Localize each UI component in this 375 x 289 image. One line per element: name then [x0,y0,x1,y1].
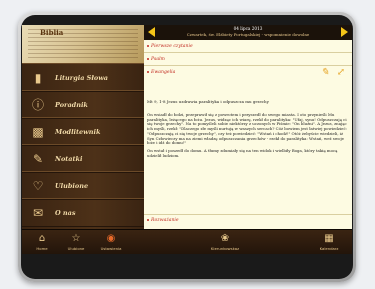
prayer-book-icon: ▩ [32,124,44,139]
sidebar-item-liturgia[interactable]: ▮ Liturgia Słowa [22,63,144,92]
heart-icon: ♡ [32,178,44,193]
notes-icon: ✎ [32,151,44,166]
tab-home[interactable]: ⌂ Home [30,230,54,254]
section-reflection[interactable]: Rozważanie [144,214,352,226]
section-first-reading[interactable]: Pierwsze czytanie [144,41,352,53]
sidebar-item-notatki[interactable]: ✎ Notatki [22,144,144,173]
section-gospel[interactable]: Ewangelia ✎ ⤢ [144,67,352,78]
tab-kalendarz[interactable]: ▦ Kalendarz [314,230,344,254]
sidebar-item-label: Liturgia Słowa [55,73,109,82]
edit-note-icon[interactable]: ✎ [320,68,330,78]
sidebar: Biblia ▮ Liturgia Słowa ⓘ Poradnik ▩ Mod… [22,25,144,229]
section-label: Psalm [151,57,165,62]
tab-label: Ulubione [67,246,85,251]
tab-label: Kalendarz [319,246,339,251]
book-title: Biblia [40,28,64,37]
tab-label: Home [36,246,48,251]
sidebar-item-o-nas[interactable]: ✉ O nas [22,198,144,227]
gospel-reference: Mt 9, 1-8 Jezus uzdrawia paralityka i od… [147,99,269,104]
section-label: Pierwsze czytanie [151,44,193,49]
sidebar-item-ulubione[interactable]: ♡ Ulubione [22,171,144,200]
info-icon: ⓘ [31,97,44,112]
tab-bar: ⌂ Home ☆ Ulubione ◉ Ustawienia ❀ Kierunk… [22,229,352,254]
calendar-icon: ▦ [324,233,334,244]
sidebar-item-label: Modlitewnik [55,127,101,136]
reading-panel: 04 lipca 2013 Czwartek, św. Elżbiety Por… [144,25,352,229]
book-icon: ▮ [34,70,42,85]
section-label: Ewangelia [151,70,176,75]
tab-kierunkowskaz[interactable]: ❀ Kierunkowskaz [207,230,243,254]
gospel-text: On wsiadł do łodzi, przeprawił się z pow… [147,112,348,161]
tab-label: Ustawienia [100,246,122,251]
gospel-paragraph: On wsiadł do łodzi, przeprawił się z pow… [147,112,347,146]
tab-label: Kierunkowskaz [210,246,240,251]
sidebar-item-label: O nas [55,208,76,217]
settings-icon: ◉ [106,233,116,244]
sidebar-item-label: Ulubione [55,181,89,190]
app-screen: Biblia ▮ Liturgia Słowa ⓘ Poradnik ▩ Mod… [22,25,352,254]
tab-ustawienia[interactable]: ◉ Ustawienia [96,230,126,254]
header-date: 04 lipca 2013 [233,26,263,31]
tab-ulubione[interactable]: ☆ Ulubione [62,230,90,254]
fullscreen-icon[interactable]: ⤢ [336,68,346,78]
sidebar-item-label: Poradnik [55,100,88,109]
bullet-icon [147,71,149,73]
sidebar-item-modlitewnik[interactable]: ▩ Modlitewnik [22,117,144,146]
gospel-tools: ✎ ⤢ [320,65,348,78]
star-icon: ☆ [71,233,81,244]
home-icon: ⌂ [38,233,46,244]
header-saint: Czwartek, św. Elżbiety Portugalskiej - w… [186,32,310,37]
next-day-arrow-icon[interactable] [341,27,348,37]
mail-icon: ✉ [32,205,44,220]
bullet-icon [147,219,149,221]
bullet-icon [147,58,149,60]
gospel-paragraph: On wstał i poszedł do domu. A tłumy zdum… [147,147,338,158]
sidebar-item-poradnik[interactable]: ⓘ Poradnik [22,90,144,119]
compass-icon: ❀ [220,233,230,244]
section-label: Rozważanie [151,218,179,223]
bullet-icon [147,45,149,47]
date-header: 04 lipca 2013 Czwartek, św. Elżbiety Por… [144,25,352,40]
sidebar-item-label: Notatki [55,154,83,163]
book-banner: Biblia [22,25,144,63]
